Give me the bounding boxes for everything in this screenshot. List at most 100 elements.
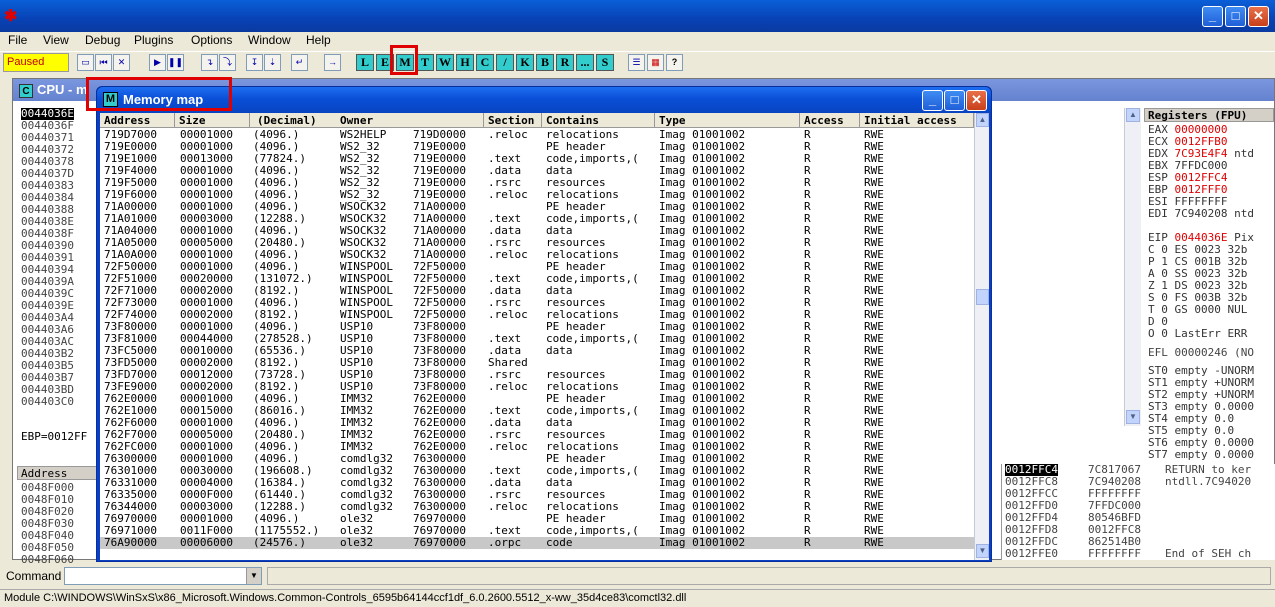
table-row[interactable]: 73FC5000 00010000 (65536.) USP10 73F80000 .da…: [100, 345, 978, 357]
table-row[interactable]: 76A90000 00006000 (24576.) ole32 76970000 .or…: [100, 537, 978, 549]
stack-row[interactable]: 0012FFD4 80546BFD: [1002, 512, 1275, 524]
command-input[interactable]: ▼: [64, 567, 262, 585]
menu-plugins[interactable]: Plugins: [134, 33, 173, 47]
table-row[interactable]: 73FD5000 00002000 (8192.) USP10 73F80000 Shar…: [100, 357, 978, 369]
table-row[interactable]: 72F74000 00002000 (8192.) WINSPOOL 72F50000.…: [100, 309, 978, 321]
close-program-icon[interactable]: ✕: [113, 54, 130, 71]
goto-icon[interactable]: →: [324, 54, 341, 71]
table-row[interactable]: 719E1000 00013000 (77824.) WS2_32 719E0000 .t…: [100, 153, 978, 165]
column-header-decimal[interactable]: (Decimal): [253, 113, 317, 128]
menu-debug[interactable]: Debug: [85, 33, 120, 47]
windows-button[interactable]: W: [436, 54, 454, 71]
memory-map-scrollbar[interactable]: ▲ ▼: [974, 113, 989, 560]
log-window-button[interactable]: L: [356, 54, 374, 71]
mm-scroll-thumb[interactable]: [976, 289, 989, 305]
table-row[interactable]: 71A05000 00005000 (20480.) WSOCK32 71A00000.…: [100, 237, 978, 249]
column-header[interactable]: Initial access: [860, 113, 974, 128]
table-row[interactable]: 72F71000 00002000 (8192.) WINSPOOL 72F50000.…: [100, 285, 978, 297]
mm-scroll-down-icon[interactable]: ▼: [976, 544, 989, 558]
register-value[interactable]: 7C940208: [1175, 207, 1228, 220]
stack-row[interactable]: 0012FFD8 0012FFC8: [1002, 524, 1275, 536]
column-header[interactable]: Owner: [336, 113, 484, 128]
pause-icon[interactable]: ❚❚: [167, 54, 184, 71]
menu-window[interactable]: Window: [248, 33, 291, 47]
table-row[interactable]: 73FE9000 00002000 (8192.) USP10 73F80000 .rel…: [100, 381, 978, 393]
table-row[interactable]: 71A04000 00001000 (4096.) WSOCK32 71A00000 .d…: [100, 225, 978, 237]
table-row[interactable]: 762E1000 00015000 (86016.) IMM32 762E0000 .te…: [100, 405, 978, 417]
trace-over-icon[interactable]: ⇣: [264, 54, 281, 71]
table-row[interactable]: 76331000 00004000 (16384.) comdlg32 76300000…: [100, 477, 978, 489]
run-icon[interactable]: ▶: [149, 54, 166, 71]
restart-icon[interactable]: ⏮: [95, 54, 112, 71]
table-row[interactable]: 76300000 00001000 (4096.) comdlg32 76300000 P…: [100, 453, 978, 465]
menu-file[interactable]: File: [8, 33, 27, 47]
table-row[interactable]: 72F51000 00020000 (131072.) WINSPOOL 72F5000…: [100, 273, 978, 285]
maximize-button[interactable]: □: [1225, 6, 1246, 27]
cpu-button[interactable]: C: [476, 54, 494, 71]
table-row[interactable]: 76971000 0011F000 (1175552.) ole32 76970000.…: [100, 525, 978, 537]
table-row[interactable]: 72F50000 00001000 (4096.) WINSPOOL 72F50000 P…: [100, 261, 978, 273]
column-header[interactable]: Size: [175, 113, 250, 128]
table-row[interactable]: 719D7000 00001000 (4096.) WS2HELP 719D0000 .r…: [100, 129, 978, 141]
colors-icon[interactable]: ▦: [647, 54, 664, 71]
table-row[interactable]: 719F5000 00001000 (4096.) WS2_32 719E0000 .rs…: [100, 177, 978, 189]
column-header[interactable]: Contains: [542, 113, 655, 128]
command-dropdown-icon[interactable]: ▼: [246, 568, 261, 584]
breakpoints-button[interactable]: B: [536, 54, 554, 71]
open-folder-icon[interactable]: ▭: [77, 54, 94, 71]
table-row[interactable]: 76344000 00003000 (12288.) comdlg32 76300000…: [100, 501, 978, 513]
stack-row[interactable]: 0012FFE0 FFFFFFFF End of SEH ch: [1002, 548, 1275, 560]
table-row[interactable]: 719F6000 00001000 (4096.) WS2_32 719E0000 .re…: [100, 189, 978, 201]
help-icon[interactable]: ?: [666, 54, 683, 71]
column-header[interactable]: Type: [655, 113, 800, 128]
references-button[interactable]: R: [556, 54, 574, 71]
table-row[interactable]: 762F6000 00001000 (4096.) IMM32 762E0000 .dat…: [100, 417, 978, 429]
minimize-button[interactable]: _: [1202, 6, 1223, 27]
disasm-scrollbar[interactable]: ▲ ▼: [1124, 108, 1141, 426]
stack-row[interactable]: 0012FFCC FFFFFFFF: [1002, 488, 1275, 500]
table-row[interactable]: 719E0000 00001000 (4096.) WS2_32 719E0000 PE …: [100, 141, 978, 153]
close-button[interactable]: ✕: [1248, 6, 1269, 27]
mm-minimize-button[interactable]: _: [922, 90, 943, 111]
mm-maximize-button[interactable]: □: [944, 90, 965, 111]
table-row[interactable]: 76970000 00001000 (4096.) ole32 76970000 PE h…: [100, 513, 978, 525]
mm-scroll-up-icon[interactable]: ▲: [976, 113, 989, 127]
table-row[interactable]: 71A0A000 00001000 (4096.) WSOCK32 71A00000 .r…: [100, 249, 978, 261]
table-row[interactable]: 719F4000 00001000 (4096.) WS2_32 719E0000 .da…: [100, 165, 978, 177]
stack-row[interactable]: 0012FFDC 862514B0: [1002, 536, 1275, 548]
menu-view[interactable]: View: [43, 33, 69, 47]
handles-button[interactable]: H: [456, 54, 474, 71]
column-header[interactable]: Address: [100, 113, 175, 128]
execute-till-return-icon[interactable]: ↵: [291, 54, 308, 71]
patches-button[interactable]: /: [496, 54, 514, 71]
mm-close-button[interactable]: ✕: [966, 90, 987, 111]
step-into-icon[interactable]: ↴: [201, 54, 218, 71]
menu-options[interactable]: Options: [191, 33, 232, 47]
step-over-icon[interactable]: ⤵: [219, 54, 236, 71]
stack-row[interactable]: 0012FFC4 7C817067 RETURN to ker: [1002, 464, 1275, 476]
trace-into-icon[interactable]: ↧: [246, 54, 263, 71]
table-row[interactable]: 73F80000 00001000 (4096.) USP10 73F80000 PE h…: [100, 321, 978, 333]
table-row[interactable]: 76301000 00030000 (196608.) comdlg32 7630000…: [100, 465, 978, 477]
table-row[interactable]: 762F7000 00005000 (20480.) IMM32 762E0000 .rs…: [100, 429, 978, 441]
scroll-up-icon[interactable]: ▲: [1126, 108, 1140, 122]
table-row[interactable]: 76335000 0000F000 (61440.) comdlg32 76300000…: [100, 489, 978, 501]
list-icon[interactable]: ☰: [628, 54, 645, 71]
call-stack-button[interactable]: K: [516, 54, 534, 71]
table-row[interactable]: 72F73000 00001000 (4096.) WINSPOOL 72F50000.…: [100, 297, 978, 309]
table-row[interactable]: 73FD7000 00012000 (73728.) USP10 73F80000 .rs…: [100, 369, 978, 381]
table-row[interactable]: 71A00000 00001000 (4096.) WSOCK32 71A00000 PE…: [100, 201, 978, 213]
run-trace-button[interactable]: ...: [576, 54, 594, 71]
threads-button[interactable]: T: [416, 54, 434, 71]
table-row[interactable]: 762FC000 00001000 (4096.) IMM32 762E0000 .rel…: [100, 441, 978, 453]
column-header[interactable]: Section: [484, 113, 542, 128]
table-row[interactable]: 71A01000 00003000 (12288.) WSOCK32 71A00000.…: [100, 213, 978, 225]
menu-help[interactable]: Help: [306, 33, 331, 47]
source-button[interactable]: S: [596, 54, 614, 71]
table-row[interactable]: 73F81000 00044000 (278528.) USP10 73F80000 .t…: [100, 333, 978, 345]
stack-row[interactable]: 0012FFC8 7C940208 ntdll.7C94020: [1002, 476, 1275, 488]
table-row[interactable]: 762E0000 00001000 (4096.) IMM32 762E0000 PE h…: [100, 393, 978, 405]
scroll-down-icon[interactable]: ▼: [1126, 410, 1140, 424]
column-header[interactable]: Access: [800, 113, 860, 128]
stack-row[interactable]: 0012FFD0 7FFDC000: [1002, 500, 1275, 512]
